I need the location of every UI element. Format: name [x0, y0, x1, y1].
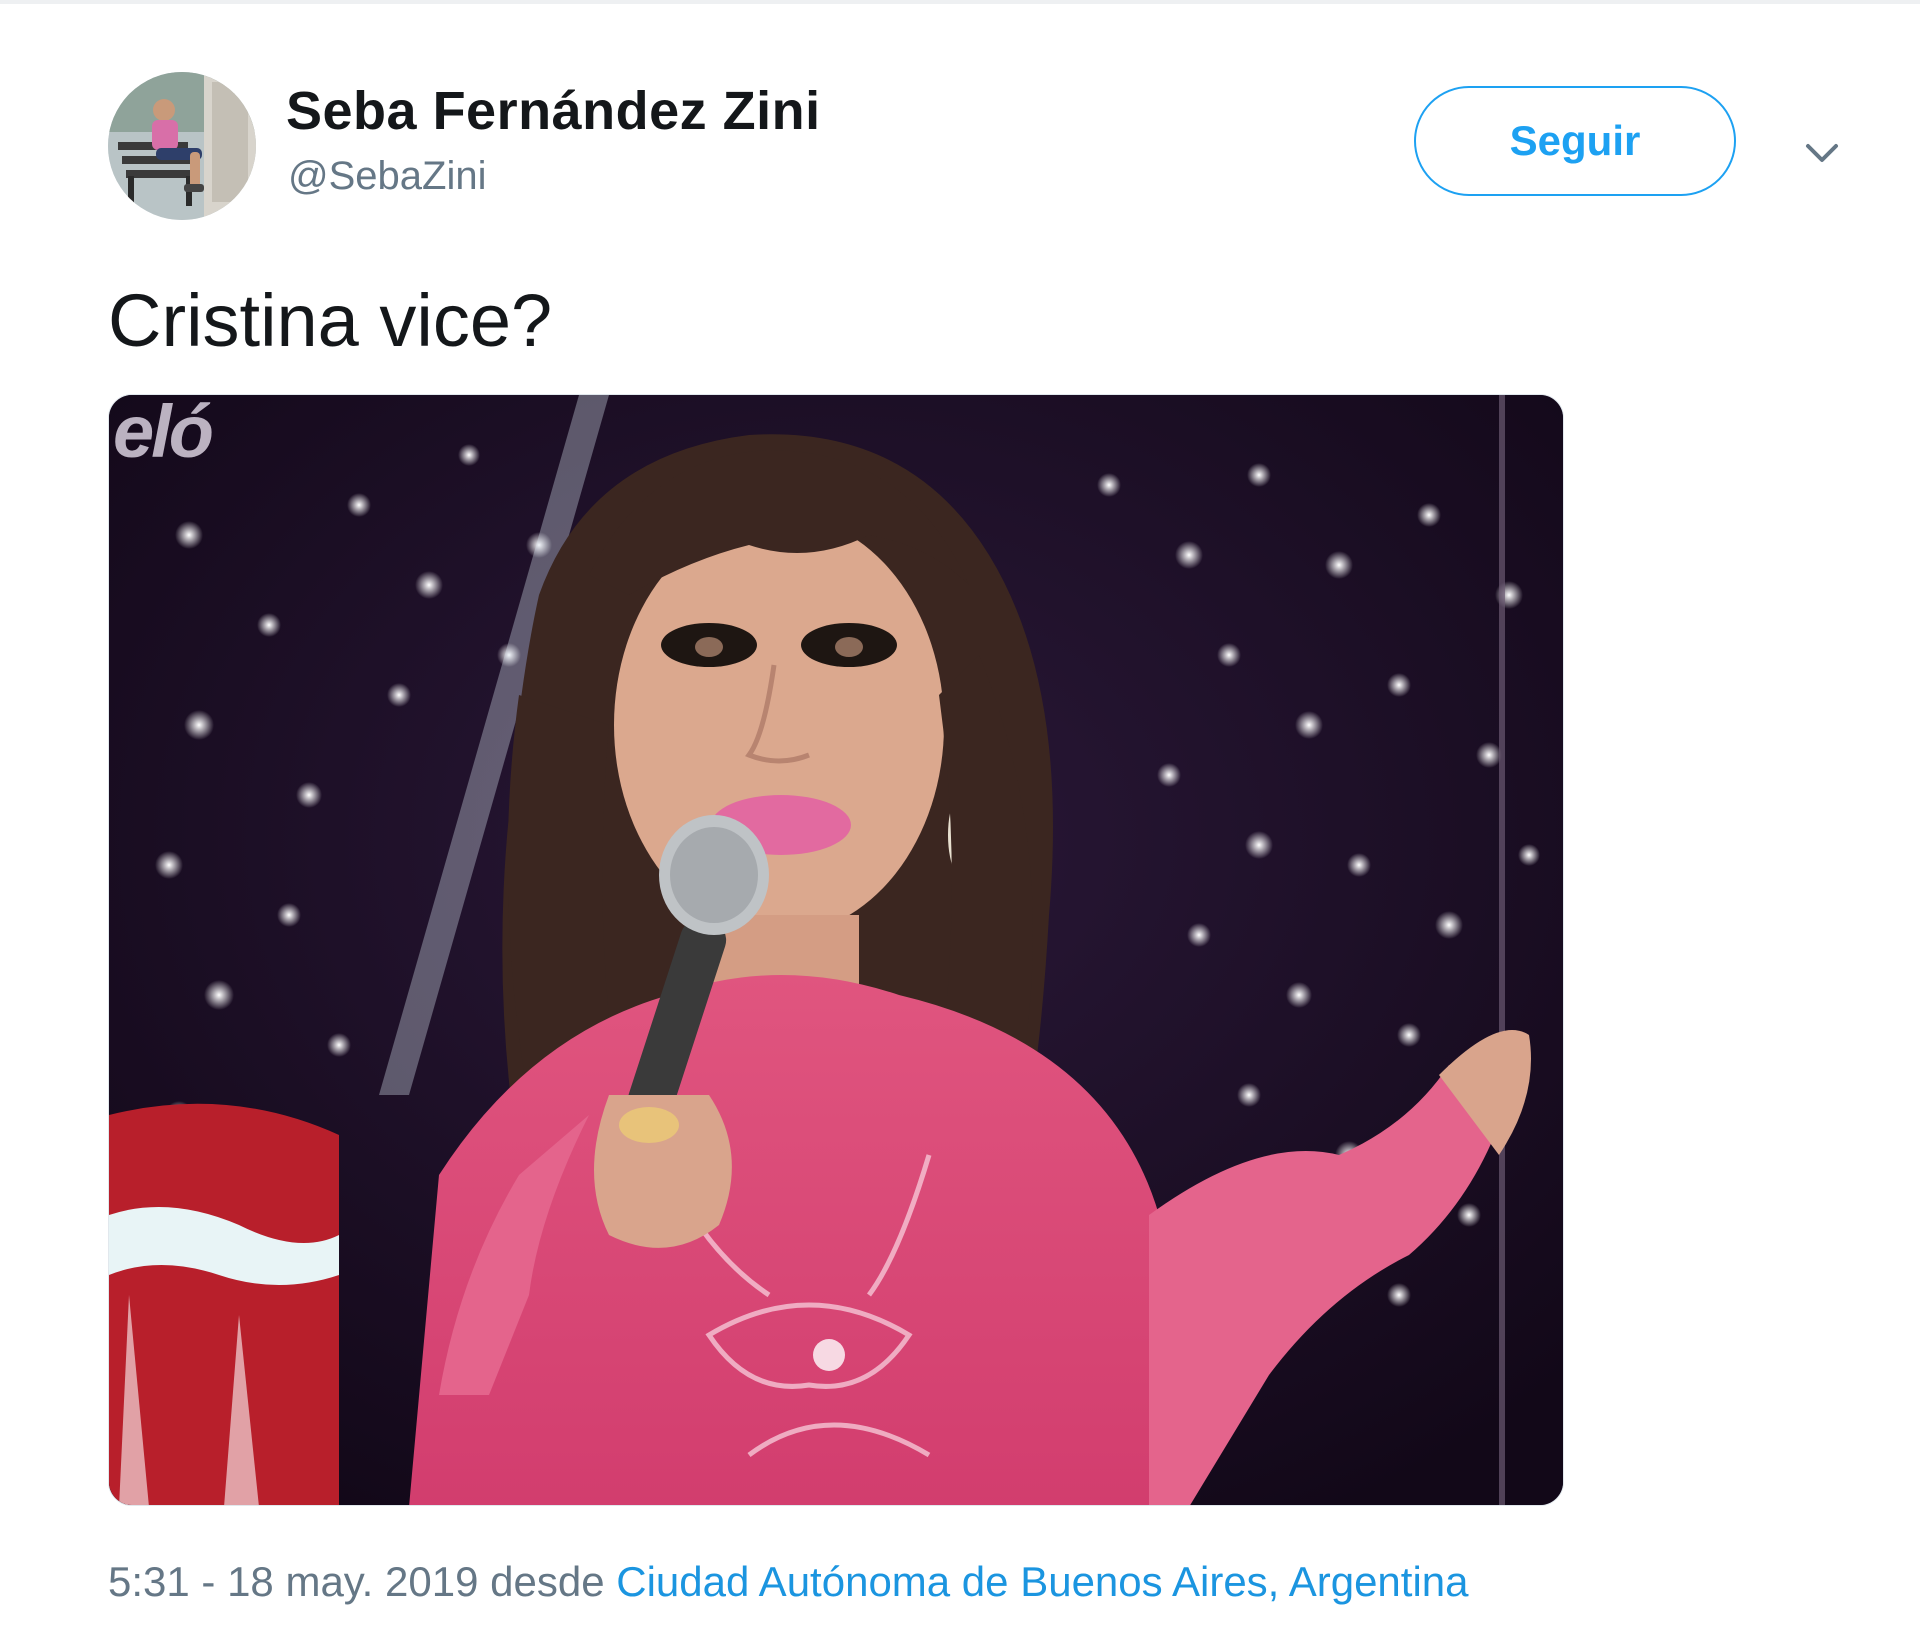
chevron-down-icon[interactable]	[1796, 128, 1848, 180]
avatar[interactable]	[108, 72, 256, 220]
top-divider	[0, 0, 1920, 4]
tweet-text: Cristina vice?	[108, 279, 553, 362]
tweet-location-link[interactable]: Ciudad Autónoma de Buenos Aires, Argenti…	[616, 1558, 1468, 1605]
follow-button[interactable]: Seguir	[1414, 86, 1736, 196]
author-display-name[interactable]: Seba Fernández Zini	[286, 80, 821, 142]
tweet-meta: 5:31 - 18 may. 2019 desde Ciudad Autónom…	[108, 1558, 1469, 1606]
author-handle[interactable]: @SebaZini	[288, 154, 486, 199]
meme-photo	[109, 395, 1563, 1505]
tweet-timestamp[interactable]: 5:31 - 18 may. 2019	[108, 1558, 478, 1605]
media-watermark: eló	[113, 394, 214, 473]
tweet-media-image[interactable]: eló	[108, 394, 1564, 1506]
avatar-photo	[108, 72, 256, 220]
from-label: desde	[490, 1558, 605, 1605]
tweet-card: Seba Fernández Zini @SebaZini Seguir Cri…	[0, 0, 1920, 1634]
